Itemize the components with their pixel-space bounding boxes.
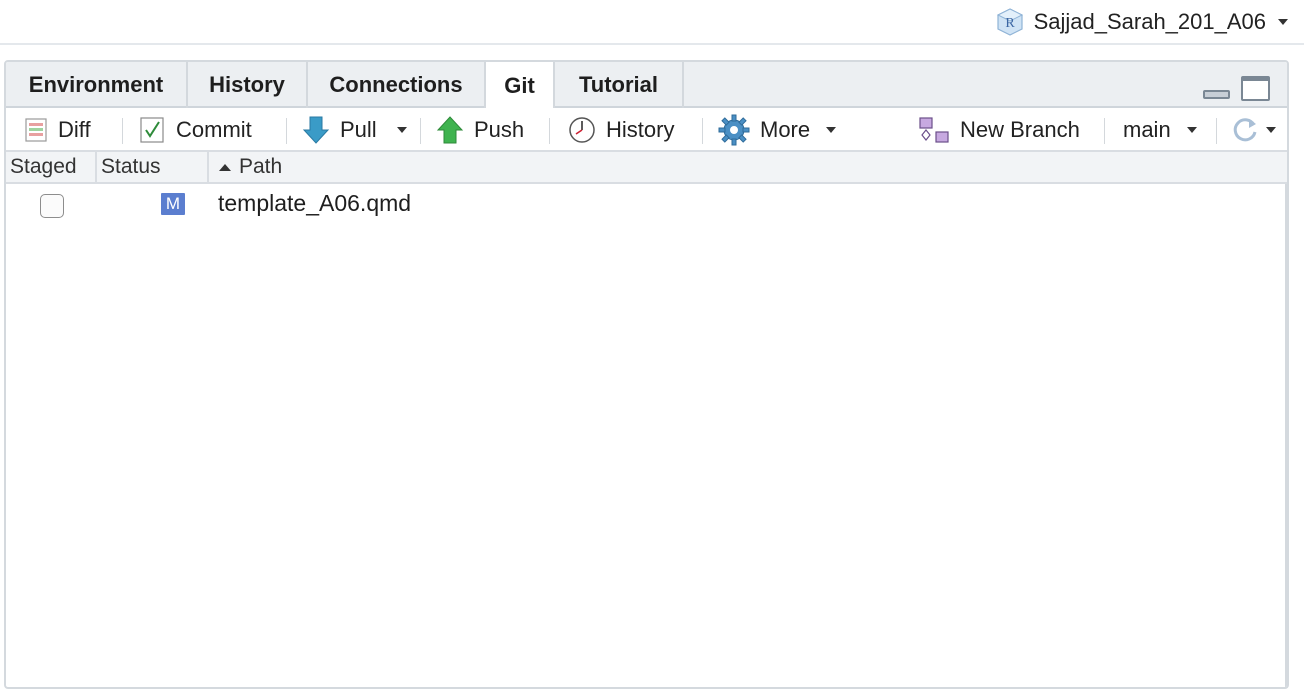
history-button[interactable]: History bbox=[568, 108, 674, 152]
pull-arrow-icon bbox=[302, 116, 330, 144]
toolbar-divider bbox=[122, 118, 123, 144]
toolbar-divider bbox=[702, 118, 703, 144]
toolbar-divider bbox=[549, 118, 550, 144]
commit-icon bbox=[140, 117, 164, 143]
project-name: Sajjad_Sarah_201_A06 bbox=[1033, 9, 1266, 34]
pane-edge bbox=[1285, 184, 1287, 687]
tab-bar: Environment History Connections Git Tuto… bbox=[6, 62, 1287, 110]
minimize-pane-button[interactable] bbox=[1203, 90, 1230, 99]
refresh-button[interactable] bbox=[1230, 108, 1276, 152]
tab-tutorial[interactable]: Tutorial bbox=[555, 62, 684, 108]
more-button[interactable]: More bbox=[718, 108, 837, 152]
push-label: Push bbox=[474, 117, 525, 142]
toolbar-divider bbox=[286, 118, 287, 144]
toolbar-divider bbox=[1104, 118, 1105, 144]
column-label: Status bbox=[101, 155, 161, 178]
toolbar-divider bbox=[1216, 118, 1217, 144]
more-label: More bbox=[760, 117, 811, 142]
refresh-icon bbox=[1233, 118, 1257, 142]
file-table-header: Staged Status Path bbox=[6, 152, 1287, 184]
chevron-down-icon bbox=[1266, 127, 1276, 133]
diff-button[interactable]: Diff bbox=[24, 108, 91, 152]
clock-icon bbox=[569, 117, 595, 143]
chevron-down-icon[interactable] bbox=[396, 127, 407, 133]
chevron-down-icon bbox=[1186, 127, 1197, 133]
git-pane: Environment History Connections Git Tuto… bbox=[4, 60, 1289, 689]
tab-history[interactable]: History bbox=[188, 62, 308, 108]
column-path[interactable]: Path bbox=[209, 152, 609, 182]
column-status[interactable]: Status bbox=[97, 152, 209, 182]
staged-checkbox[interactable] bbox=[40, 194, 64, 218]
chevron-down-icon bbox=[826, 127, 837, 133]
pull-button[interactable]: Pull bbox=[302, 108, 407, 152]
diff-icon bbox=[25, 118, 47, 142]
commit-label: Commit bbox=[176, 117, 252, 142]
tab-environment[interactable]: Environment bbox=[6, 62, 188, 108]
svg-text:R: R bbox=[1005, 16, 1015, 31]
new-branch-label: New Branch bbox=[960, 117, 1080, 142]
status-badge: M bbox=[161, 193, 185, 215]
r-project-icon: R bbox=[996, 8, 1023, 36]
commit-button[interactable]: Commit bbox=[138, 108, 252, 152]
branch-icon bbox=[919, 117, 949, 143]
git-toolbar: Diff Commit Pull Push History More New B… bbox=[6, 108, 1287, 152]
maximize-pane-button[interactable] bbox=[1241, 76, 1270, 101]
tab-label: History bbox=[209, 72, 285, 97]
tab-connections[interactable]: Connections bbox=[308, 62, 486, 108]
push-button[interactable]: Push bbox=[436, 108, 524, 152]
chevron-down-icon bbox=[1278, 19, 1288, 25]
tab-label: Git bbox=[504, 73, 535, 98]
project-bar: R Sajjad_Sarah_201_A06 bbox=[0, 0, 1304, 45]
sort-ascending-icon bbox=[219, 163, 231, 171]
tab-git[interactable]: Git bbox=[486, 62, 555, 110]
new-branch-button[interactable]: New Branch bbox=[918, 108, 1080, 152]
column-staged[interactable]: Staged bbox=[6, 152, 97, 182]
pull-label: Pull bbox=[340, 117, 377, 142]
tab-label: Connections bbox=[329, 72, 463, 97]
history-label: History bbox=[606, 117, 675, 142]
column-label: Staged bbox=[10, 155, 77, 178]
push-arrow-icon bbox=[436, 116, 464, 144]
gear-icon bbox=[718, 114, 750, 146]
tab-label: Tutorial bbox=[578, 72, 659, 97]
tab-label: Environment bbox=[28, 72, 164, 97]
table-row[interactable]: M template_A06.qmd bbox=[6, 186, 1287, 224]
diff-label: Diff bbox=[58, 117, 91, 142]
toolbar-divider bbox=[420, 118, 421, 144]
branch-name: main bbox=[1123, 117, 1171, 142]
branch-select[interactable]: main bbox=[1123, 108, 1197, 152]
project-menu[interactable]: R Sajjad_Sarah_201_A06 bbox=[995, 6, 1288, 38]
column-label: Path bbox=[239, 155, 283, 178]
file-path: template_A06.qmd bbox=[218, 190, 412, 216]
